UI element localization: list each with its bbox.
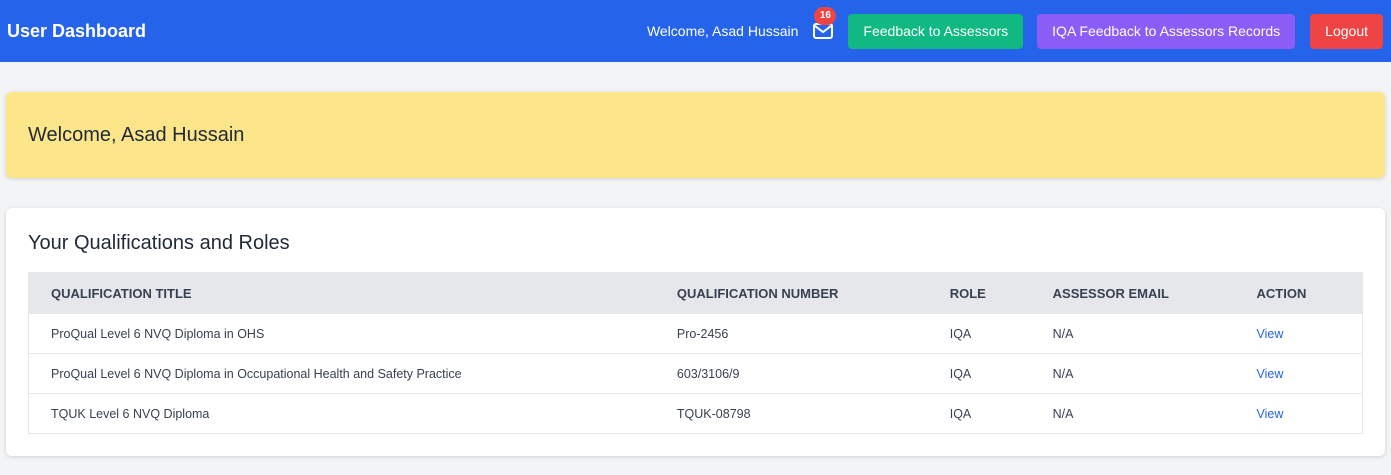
- qualification-number-cell: 603/3106/9: [676, 366, 740, 381]
- assessor-email-cell: N/A: [1052, 326, 1074, 341]
- table-header-row: QUALIFICATION TITLE QUALIFICATION NUMBER…: [28, 272, 1363, 314]
- table-row: ProQual Level 6 NVQ Diploma in OHS Pro-2…: [28, 313, 1363, 354]
- qualification-title-cell: ProQual Level 6 NVQ Diploma in OHS: [51, 326, 265, 341]
- top-navbar: User Dashboard Welcome, Asad Hussain 16 …: [0, 0, 1391, 62]
- welcome-banner: Welcome, Asad Hussain: [6, 92, 1385, 178]
- column-header-title: QUALIFICATION TITLE: [51, 285, 192, 301]
- navbar-actions: Welcome, Asad Hussain 16 Feedback to Ass…: [646, 7, 1383, 49]
- assessor-email-cell: N/A: [1052, 366, 1074, 381]
- app-title: User Dashboard: [7, 20, 147, 41]
- role-cell: IQA: [949, 406, 972, 421]
- qualifications-card: Your Qualifications and Roles QUALIFICAT…: [6, 208, 1385, 456]
- unread-count-badge: 16: [814, 7, 837, 25]
- role-cell: IQA: [949, 326, 972, 341]
- view-link[interactable]: View: [1257, 327, 1284, 341]
- feedback-to-assessors-button[interactable]: Feedback to Assessors: [848, 13, 1024, 49]
- qualification-title-cell: TQUK Level 6 NVQ Diploma: [51, 406, 210, 421]
- column-header-action: ACTION: [1256, 285, 1307, 301]
- iqa-feedback-records-button[interactable]: IQA Feedback to Assessors Records: [1037, 13, 1296, 49]
- qualification-title-cell: ProQual Level 6 NVQ Diploma in Occupatio…: [51, 366, 462, 381]
- qualifications-heading: Your Qualifications and Roles: [28, 232, 290, 254]
- messages-button[interactable]: 16: [812, 7, 837, 42]
- envelope-icon: [813, 23, 834, 39]
- assessor-email-cell: N/A: [1052, 406, 1074, 421]
- column-header-assessor-email: ASSESSOR EMAIL: [1052, 285, 1169, 301]
- column-header-number: QUALIFICATION NUMBER: [676, 285, 839, 301]
- welcome-heading: Welcome, Asad Hussain: [28, 123, 245, 146]
- logout-button[interactable]: Logout: [1310, 13, 1383, 49]
- qualification-number-cell: Pro-2456: [676, 326, 729, 341]
- view-link[interactable]: View: [1257, 407, 1284, 421]
- table-row: ProQual Level 6 NVQ Diploma in Occupatio…: [28, 353, 1363, 394]
- role-cell: IQA: [949, 366, 972, 381]
- welcome-user-text: Welcome, Asad Hussain: [646, 23, 799, 39]
- view-link[interactable]: View: [1257, 367, 1284, 381]
- qualifications-table: QUALIFICATION TITLE QUALIFICATION NUMBER…: [28, 272, 1363, 434]
- qualification-number-cell: TQUK-08798: [676, 406, 751, 421]
- table-row: TQUK Level 6 NVQ Diploma TQUK-08798 IQA …: [28, 393, 1363, 434]
- column-header-role: ROLE: [949, 285, 986, 301]
